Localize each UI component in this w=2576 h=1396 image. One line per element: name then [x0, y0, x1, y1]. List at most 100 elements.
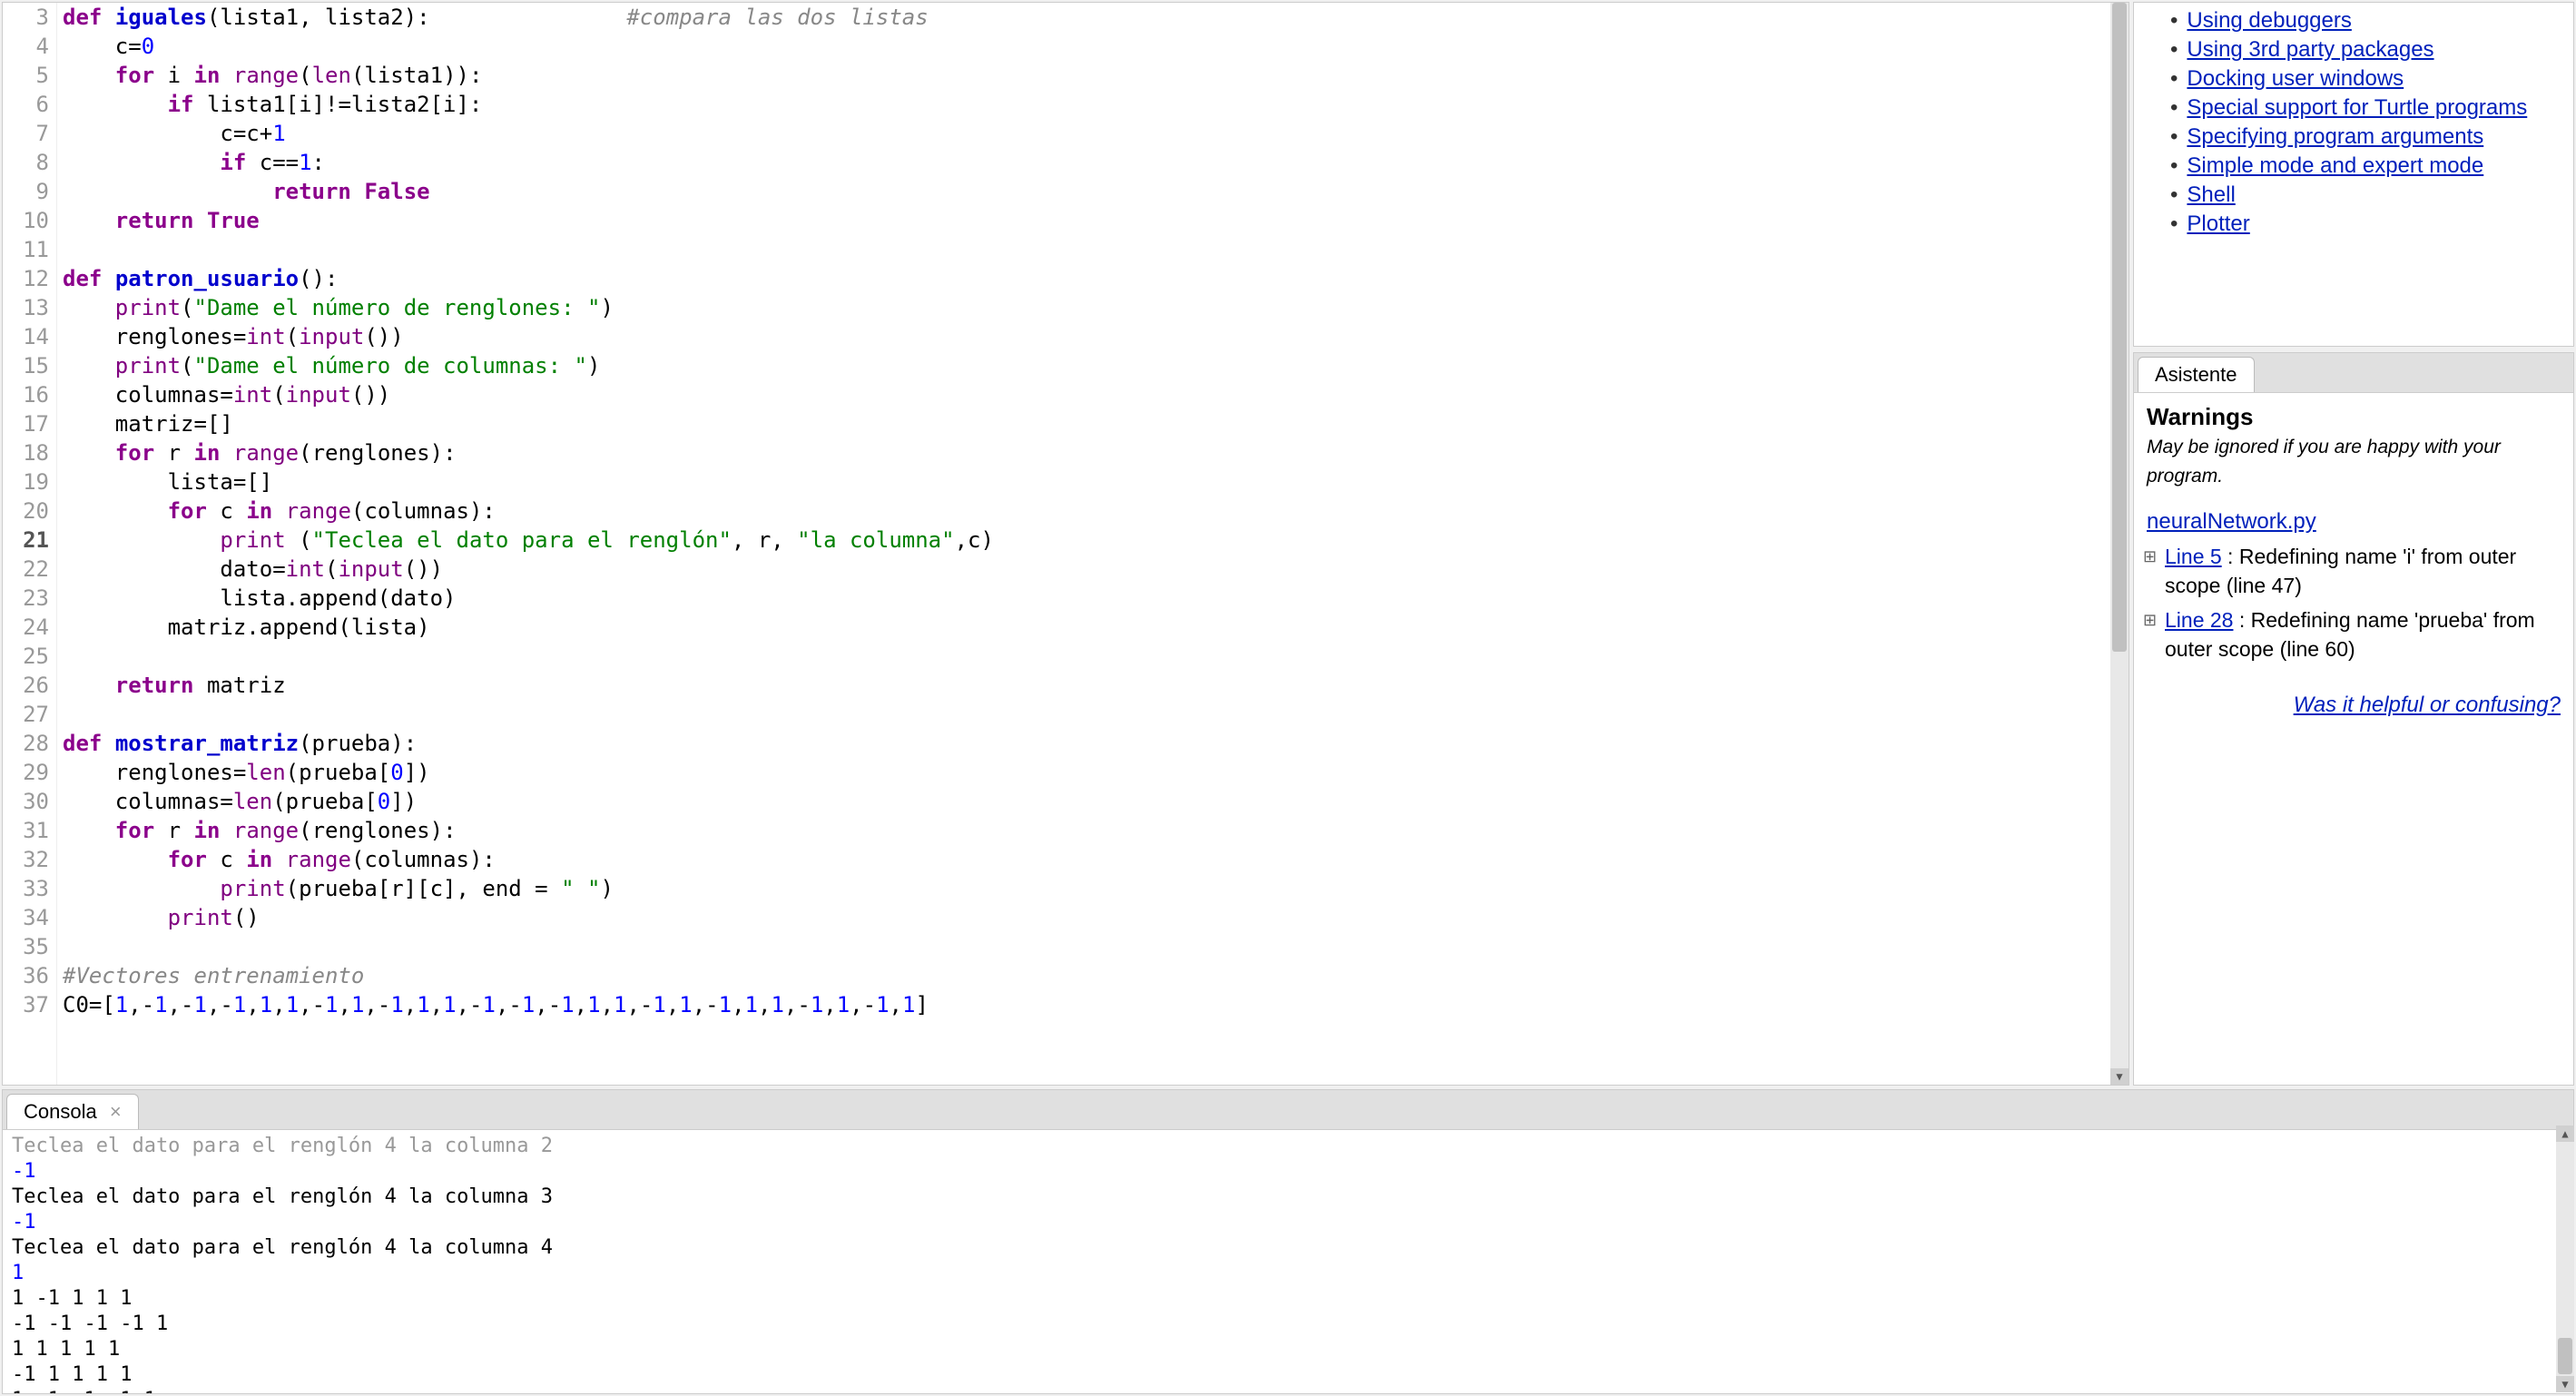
help-panel[interactable]: Using debuggers Using 3rd party packages D… — [2133, 2, 2574, 347]
line-number: 33 — [3, 874, 49, 903]
code-line[interactable]: print("Dame el número de columnas: ") — [63, 351, 2110, 380]
code-line[interactable]: print() — [63, 903, 2110, 932]
line-number: 24 — [3, 613, 49, 642]
code-line[interactable]: matriz=[] — [63, 409, 2110, 438]
warning-line-link[interactable]: Line 28 — [2165, 608, 2233, 632]
code-line[interactable]: def mostrar_matriz(prueba): — [63, 729, 2110, 758]
code-line[interactable]: columnas=len(prueba[0]) — [63, 787, 2110, 816]
line-number: 35 — [3, 932, 49, 961]
tab-asistente[interactable]: Asistente — [2138, 357, 2255, 392]
code-line[interactable] — [63, 932, 2110, 961]
warnings-heading: Warnings — [2147, 402, 2561, 431]
code-line[interactable]: return True — [63, 206, 2110, 235]
line-number: 19 — [3, 467, 49, 496]
line-number: 29 — [3, 758, 49, 787]
line-number: 31 — [3, 816, 49, 845]
code-line[interactable]: C0=[1,-1,-1,-1,1,1,-1,1,-1,1,1,-1,-1,-1,… — [63, 990, 2110, 1019]
console-line: -1 — [12, 1159, 2564, 1185]
code-line[interactable]: for r in range(renglones): — [63, 816, 2110, 845]
line-number: 14 — [3, 322, 49, 351]
line-number: 3 — [3, 3, 49, 32]
console-scrollbar[interactable]: ▲ ▼ — [2556, 1126, 2574, 1392]
side-panel: Using debuggers Using 3rd party packages D… — [2133, 2, 2574, 1086]
help-list-item: Plotter — [2170, 210, 2564, 239]
line-number: 37 — [3, 990, 49, 1019]
editor-scrollbar[interactable]: ▼ — [2110, 3, 2129, 1085]
help-list-item: Using 3rd party packages — [2170, 35, 2564, 64]
code-line[interactable]: renglones=len(prueba[0]) — [63, 758, 2110, 787]
help-link[interactable]: Docking user windows — [2187, 66, 2404, 91]
code-line[interactable]: matriz.append(lista) — [63, 613, 2110, 642]
line-number: 32 — [3, 845, 49, 874]
code-content[interactable]: def iguales(lista1, lista2): #compara la… — [57, 3, 2110, 1085]
help-link[interactable]: Shell — [2187, 182, 2235, 207]
scrollbar-thumb[interactable] — [2558, 1338, 2572, 1374]
feedback-prompt: Was it helpful or confusing? — [2147, 691, 2561, 720]
tab-consola[interactable]: Consola × — [6, 1094, 139, 1129]
scroll-down-arrow-icon[interactable]: ▼ — [2110, 1068, 2129, 1085]
tab-label: Consola — [24, 1100, 97, 1123]
code-line[interactable]: lista.append(dato) — [63, 584, 2110, 613]
console-line: Teclea el dato para el renglón 4 la colu… — [12, 1185, 2564, 1210]
code-line[interactable]: for c in range(columnas): — [63, 845, 2110, 874]
help-link[interactable]: Simple mode and expert mode — [2187, 153, 2483, 178]
code-line[interactable]: dato=int(input()) — [63, 555, 2110, 584]
console-line: -1 -1 -1 -1 1 — [12, 1312, 2564, 1337]
console-line: 1 -1 -1 -1 1 — [12, 1388, 2564, 1393]
file-link[interactable]: neuralNetwork.py — [2147, 509, 2316, 534]
line-number-gutter: 3456789101112131415161718192021222324252… — [3, 3, 57, 1085]
warning-item: Line 28 : Redefining name 'prueba' from … — [2165, 605, 2561, 664]
help-link[interactable]: Using 3rd party packages — [2187, 37, 2433, 62]
line-number: 4 — [3, 32, 49, 61]
code-line[interactable]: return False — [63, 177, 2110, 206]
console-output[interactable]: Teclea el dato para el renglón 4 la colu… — [3, 1130, 2573, 1393]
help-link[interactable]: Specifying program arguments — [2187, 124, 2483, 149]
line-number: 8 — [3, 148, 49, 177]
scroll-up-arrow-icon[interactable]: ▲ — [2556, 1126, 2574, 1142]
console-panel: Consola × Teclea el dato para el renglón… — [2, 1089, 2574, 1394]
code-line[interactable] — [63, 235, 2110, 264]
help-link[interactable]: Using debuggers — [2187, 8, 2351, 33]
line-number: 36 — [3, 961, 49, 990]
code-line[interactable]: if lista1[i]!=lista2[i]: — [63, 90, 2110, 119]
code-line[interactable] — [63, 700, 2110, 729]
code-line[interactable]: c=0 — [63, 32, 2110, 61]
code-line[interactable]: for i in range(len(lista1)): — [63, 61, 2110, 90]
code-line[interactable]: for c in range(columnas): — [63, 496, 2110, 526]
code-line[interactable] — [63, 642, 2110, 671]
code-line[interactable]: print ("Teclea el dato para el renglón",… — [63, 526, 2110, 555]
code-line[interactable]: def patron_usuario(): — [63, 264, 2110, 293]
close-icon[interactable]: × — [110, 1100, 122, 1123]
console-line: Teclea el dato para el renglón 4 la colu… — [12, 1235, 2564, 1261]
console-tab-bar: Consola × — [3, 1090, 2573, 1130]
assistant-body: Warnings May be ignored if you are happy… — [2134, 393, 2573, 729]
assistant-panel: Asistente Warnings May be ignored if you… — [2133, 352, 2574, 1086]
tab-label: Asistente — [2155, 363, 2237, 386]
code-editor[interactable]: 3456789101112131415161718192021222324252… — [2, 2, 2129, 1086]
line-number: 21 — [3, 526, 49, 555]
help-link[interactable]: Plotter — [2187, 211, 2249, 236]
warning-line-link[interactable]: Line 5 — [2165, 545, 2222, 568]
help-list-item: Shell — [2170, 181, 2564, 210]
code-line[interactable]: c=c+1 — [63, 119, 2110, 148]
line-number: 5 — [3, 61, 49, 90]
code-line[interactable]: #Vectores entrenamiento — [63, 961, 2110, 990]
console-line: Teclea el dato para el renglón 4 la colu… — [12, 1134, 2564, 1159]
line-number: 6 — [3, 90, 49, 119]
code-line[interactable]: def iguales(lista1, lista2): #compara la… — [63, 3, 2110, 32]
line-number: 22 — [3, 555, 49, 584]
code-line[interactable]: return matriz — [63, 671, 2110, 700]
code-line[interactable]: renglones=int(input()) — [63, 322, 2110, 351]
code-line[interactable]: for r in range(renglones): — [63, 438, 2110, 467]
code-line[interactable]: lista=[] — [63, 467, 2110, 496]
feedback-link[interactable]: Was it helpful or confusing? — [2294, 693, 2561, 717]
code-line[interactable]: columnas=int(input()) — [63, 380, 2110, 409]
code-line[interactable]: print("Dame el número de renglones: ") — [63, 293, 2110, 322]
scroll-down-arrow-icon[interactable]: ▼ — [2556, 1376, 2574, 1392]
code-line[interactable]: if c==1: — [63, 148, 2110, 177]
line-number: 30 — [3, 787, 49, 816]
help-link[interactable]: Special support for Turtle programs — [2187, 95, 2527, 120]
line-number: 12 — [3, 264, 49, 293]
scrollbar-thumb[interactable] — [2112, 3, 2127, 652]
code-line[interactable]: print(prueba[r][c], end = " ") — [63, 874, 2110, 903]
